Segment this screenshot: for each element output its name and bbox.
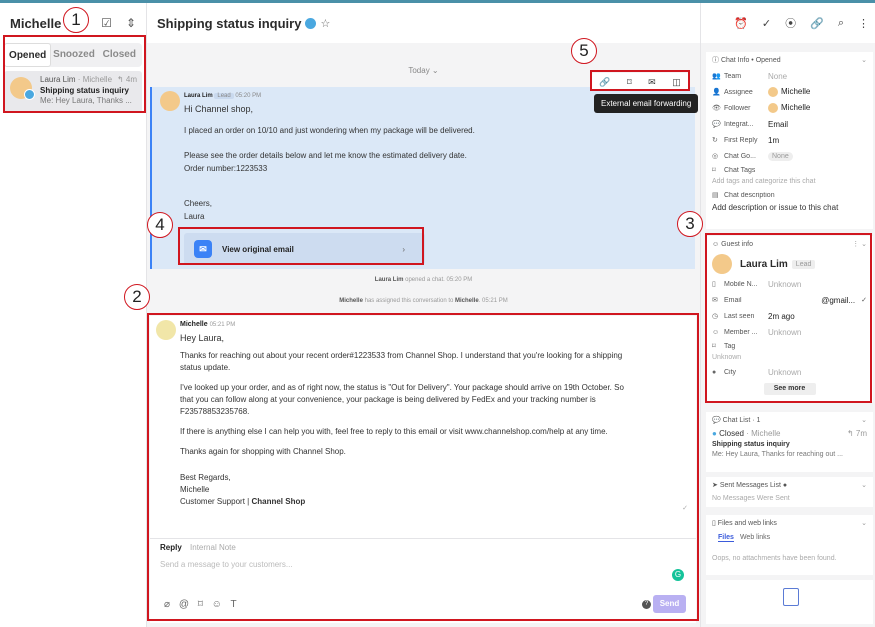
annotation-box-5 bbox=[590, 70, 690, 91]
right-toolbar: ⏰ ✓ ⦿ 🔗 ⌕ ⋮ bbox=[701, 3, 875, 43]
add-tags-input[interactable]: Add tags and categorize this chat bbox=[706, 176, 873, 188]
system-message-opened: Laura Lim opened a chat. 05:20 PM bbox=[374, 277, 473, 283]
annotation-box-1 bbox=[3, 35, 146, 113]
files-card: ▯ Files and web links ⌄ Files Web links Oo… bbox=[706, 515, 873, 575]
annotation-number-2: 2 bbox=[124, 284, 150, 310]
first-reply-icon: ↻ bbox=[712, 137, 718, 144]
close-chat-check-icon[interactable]: ✓ bbox=[762, 17, 771, 30]
integration-icon: 💬 bbox=[712, 121, 721, 128]
annotation-number-4: 4 bbox=[147, 212, 173, 238]
chat-header: Shipping status inquiry ☆ bbox=[147, 3, 700, 43]
snooze-clock-icon[interactable]: ⏰ bbox=[734, 17, 748, 30]
team-value[interactable]: None bbox=[768, 72, 787, 81]
chat-info-header[interactable]: ⓘ Chat Info • Opened ⌄ bbox=[706, 52, 873, 68]
email-sender-name: Laura Lim bbox=[184, 93, 213, 99]
system-message-assigned: Michelle has assigned this conversation … bbox=[339, 298, 508, 304]
tooltip: External email forwarding bbox=[594, 94, 699, 113]
chevron-down-icon: ⌄ bbox=[861, 482, 867, 489]
follower-icon: 👁 bbox=[712, 105, 721, 112]
chat-bubble-icon bbox=[305, 17, 317, 29]
chat-bubble-icon: ● bbox=[712, 429, 717, 438]
goal-icon: ◎ bbox=[712, 153, 719, 160]
follower-value[interactable]: Michelle bbox=[768, 103, 810, 113]
chevron-down-icon: ⌄ bbox=[861, 57, 867, 64]
annotation-number-3: 3 bbox=[677, 211, 703, 237]
assignee-icon: 👤 bbox=[712, 89, 721, 96]
chat-list-item[interactable]: ● Closed · Michelle ↰ 7m bbox=[706, 428, 873, 439]
star-icon[interactable]: ☆ bbox=[320, 17, 330, 30]
app-root: Michelle ☑ ⇕ Opened Snoozed Closed Laura… bbox=[0, 0, 875, 627]
sent-messages-card: ➤ Sent Messages List ● ⌄ No Messages Were… bbox=[706, 477, 873, 507]
lead-badge: Lead bbox=[214, 93, 234, 99]
more-vertical-icon[interactable]: ⋮ bbox=[858, 17, 869, 30]
email-sender-line: Laura Lim Lead 05:20 PM bbox=[184, 93, 261, 99]
annotation-number-1: 1 bbox=[63, 7, 89, 33]
team-icon: 👥 bbox=[712, 73, 721, 80]
annotation-number-5: 5 bbox=[571, 38, 597, 64]
tab-files[interactable]: Files bbox=[718, 534, 734, 542]
chat-list-icon: 💬 bbox=[712, 417, 723, 424]
sort-icon[interactable]: ⇕ bbox=[126, 16, 136, 30]
chat-info-card: ⓘ Chat Info • Opened ⌄ 👥 Team None 👤 Assigne… bbox=[706, 52, 873, 229]
annotation-box-2 bbox=[147, 313, 699, 621]
description-icon: ▤ bbox=[712, 192, 719, 199]
chevron-down-icon: ⌄ bbox=[861, 417, 867, 424]
search-icon[interactable]: ⌕ bbox=[838, 17, 844, 30]
info-icon: ⓘ bbox=[712, 57, 721, 64]
tab-web-links[interactable]: Web links bbox=[740, 534, 770, 541]
send-icon: ➤ bbox=[712, 482, 720, 489]
select-checkbox-icon[interactable]: ☑ bbox=[101, 16, 112, 30]
tag-icon: ⌑ bbox=[712, 167, 716, 174]
annotation-box-4 bbox=[178, 227, 424, 265]
help-icon: ● bbox=[782, 481, 788, 489]
document-icon bbox=[783, 588, 799, 606]
extra-card bbox=[706, 580, 873, 624]
assignee-value[interactable]: Michelle bbox=[768, 87, 810, 97]
annotation-box-3 bbox=[705, 233, 872, 403]
email-time: 05:20 PM bbox=[235, 93, 262, 99]
chevron-down-icon: ⌄ bbox=[861, 520, 867, 527]
avatar bbox=[160, 91, 180, 111]
chat-goal-value[interactable]: None bbox=[768, 151, 793, 161]
chat-title: Shipping status inquiry bbox=[157, 15, 302, 31]
add-description-input[interactable]: Add description or issue to this chat bbox=[706, 202, 873, 214]
broadcast-icon[interactable]: ⦿ bbox=[785, 15, 796, 31]
email-body: Hi Channel shop, I placed an order on 10… bbox=[184, 104, 475, 221]
chat-list-card: 💬 Chat List · 1 ⌄ ● Closed · Michelle ↰ 7m… bbox=[706, 412, 873, 472]
link-icon[interactable]: 🔗 bbox=[810, 17, 824, 30]
